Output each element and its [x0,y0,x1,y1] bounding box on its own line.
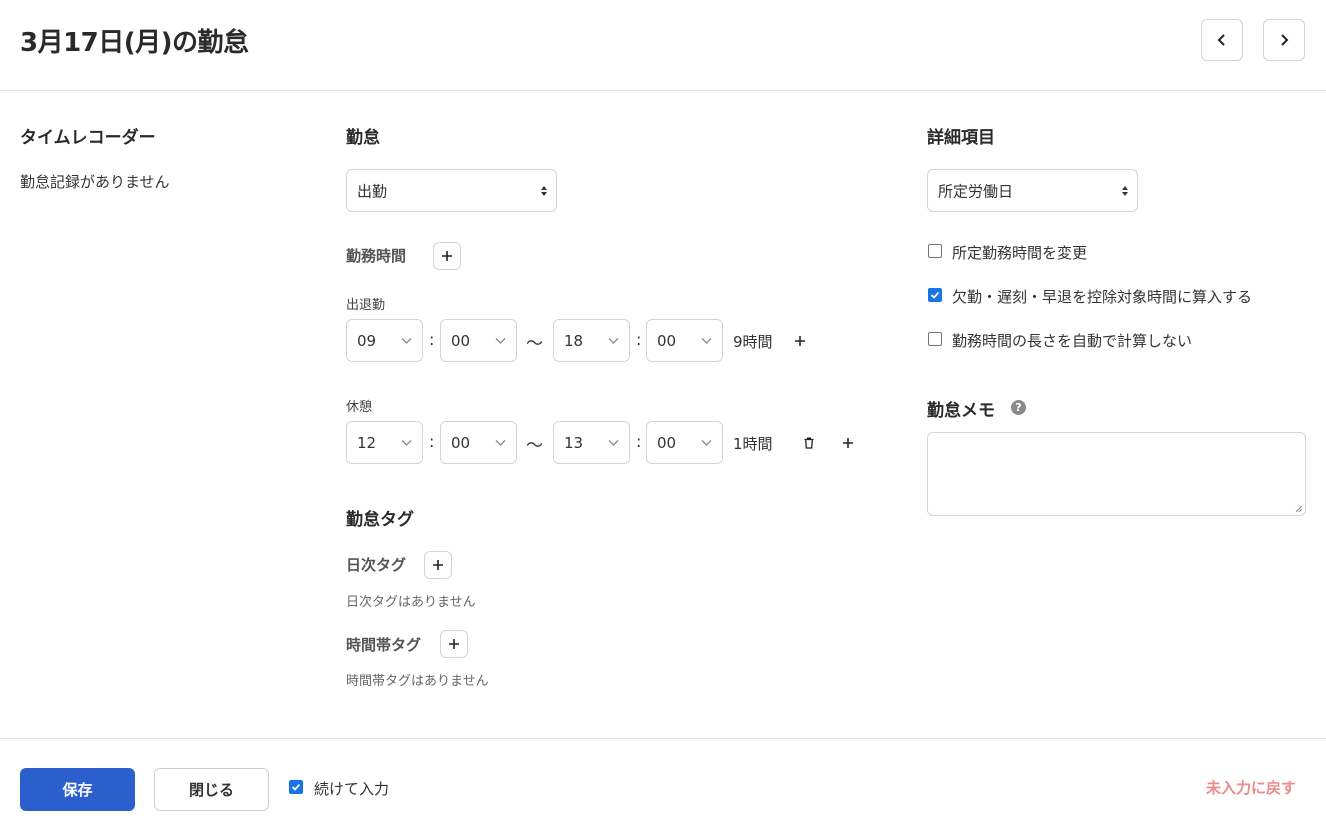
break-end-minute-select[interactable]: 00 [646,421,723,464]
day-type-value: 所定労働日 [938,182,1014,200]
chevron-down-icon [608,337,619,344]
range-separator: 〜 [526,334,543,354]
plus-icon [449,639,459,649]
check-icon [930,291,940,299]
add-work-time-button[interactable] [433,242,461,270]
chevron-down-icon [495,439,506,446]
no-auto-calc-label: 勤務時間の長さを自動で計算しない [952,332,1193,350]
delete-break-button[interactable] [798,432,820,454]
save-button[interactable]: 保存 [20,768,135,811]
page-title: 3月17日(月)の勤怠 [20,28,249,58]
daily-tags-label: 日次タグ [346,556,407,574]
plus-icon [795,336,805,346]
memo-textarea[interactable] [927,432,1306,516]
clock-in-hour-value: 09 [357,331,377,350]
break-end-hour-select[interactable]: 13 [553,421,630,464]
plus-icon [843,438,853,448]
clock-in-hour-select[interactable]: 09 [346,319,423,362]
time-colon: : [429,432,435,451]
add-break-row-button[interactable] [837,432,859,454]
break-end-minute-value: 00 [657,433,677,452]
chevron-right-icon [1281,34,1289,46]
continue-input-checkbox[interactable] [289,780,303,794]
change-scheduled-hours-label: 所定勤務時間を変更 [952,244,1088,262]
break-start-minute-select[interactable]: 00 [440,421,517,464]
next-day-button[interactable] [1263,19,1305,61]
clock-in-minute-value: 00 [451,331,471,350]
resize-grip-icon[interactable] [1294,504,1303,513]
reset-to-empty-link[interactable]: 未入力に戻す [1206,777,1296,798]
chevron-down-icon [701,337,712,344]
change-scheduled-hours-checkbox[interactable] [928,244,942,258]
plus-icon [433,560,443,570]
close-button[interactable]: 閉じる [154,768,269,811]
break-end-hour-value: 13 [564,433,584,452]
continue-input-label: 続けて入力 [314,780,390,798]
time-recorder-title: タイムレコーダー [20,128,156,148]
attendance-type-select[interactable]: 出勤 [346,169,557,212]
chevron-down-icon [701,439,712,446]
time-colon: : [429,330,435,349]
count-deduction-label: 欠勤・遅刻・早退を控除対象時間に算入する [952,288,1253,306]
add-timeband-tag-button[interactable] [440,630,468,658]
add-break-button[interactable] [789,330,811,352]
chevron-left-icon [1217,34,1225,46]
memo-title: 勤怠メモ [927,401,995,421]
time-colon: : [636,330,642,349]
no-auto-calc-checkbox[interactable] [928,332,942,346]
plus-icon [442,251,452,261]
chevron-down-icon [608,439,619,446]
details-title: 詳細項目 [927,128,995,148]
clock-out-hour-value: 18 [564,331,584,350]
count-deduction-checkbox[interactable] [928,288,942,302]
break-label: 休憩 [346,400,373,415]
work-time-label: 勤務時間 [346,247,407,265]
header: 3月17日(月)の勤怠 [0,0,1326,91]
clock-out-minute-value: 00 [657,331,677,350]
work-duration: 9時間 [733,333,773,351]
check-icon [291,783,301,791]
prev-day-button[interactable] [1201,19,1243,61]
range-separator: 〜 [526,436,543,456]
chevron-down-icon [401,439,412,446]
break-duration: 1時間 [733,435,773,453]
time-recorder-empty: 勤怠記録がありません [20,173,170,191]
chevron-down-icon [401,337,412,344]
clock-in-out-label: 出退勤 [346,298,386,313]
clock-out-minute-select[interactable]: 00 [646,319,723,362]
chevron-down-icon [495,337,506,344]
attendance-title: 勤怠 [346,128,380,148]
sort-arrows-icon [1122,185,1128,196]
time-colon: : [636,432,642,451]
daily-tags-empty: 日次タグはありません [346,595,476,610]
timeband-tags-empty: 時間帯タグはありません [346,674,489,689]
trash-icon [804,437,814,449]
break-start-hour-select[interactable]: 12 [346,421,423,464]
help-icon[interactable]: ? [1011,400,1026,415]
attendance-type-value: 出勤 [357,182,388,200]
break-start-minute-value: 00 [451,433,471,452]
day-type-select[interactable]: 所定労働日 [927,169,1138,212]
tags-title: 勤怠タグ [346,510,414,530]
clock-out-hour-select[interactable]: 18 [553,319,630,362]
break-start-hour-value: 12 [357,433,377,452]
add-daily-tag-button[interactable] [424,551,452,579]
sort-arrows-icon [541,185,547,196]
clock-in-minute-select[interactable]: 00 [440,319,517,362]
timeband-tags-label: 時間帯タグ [346,636,422,654]
